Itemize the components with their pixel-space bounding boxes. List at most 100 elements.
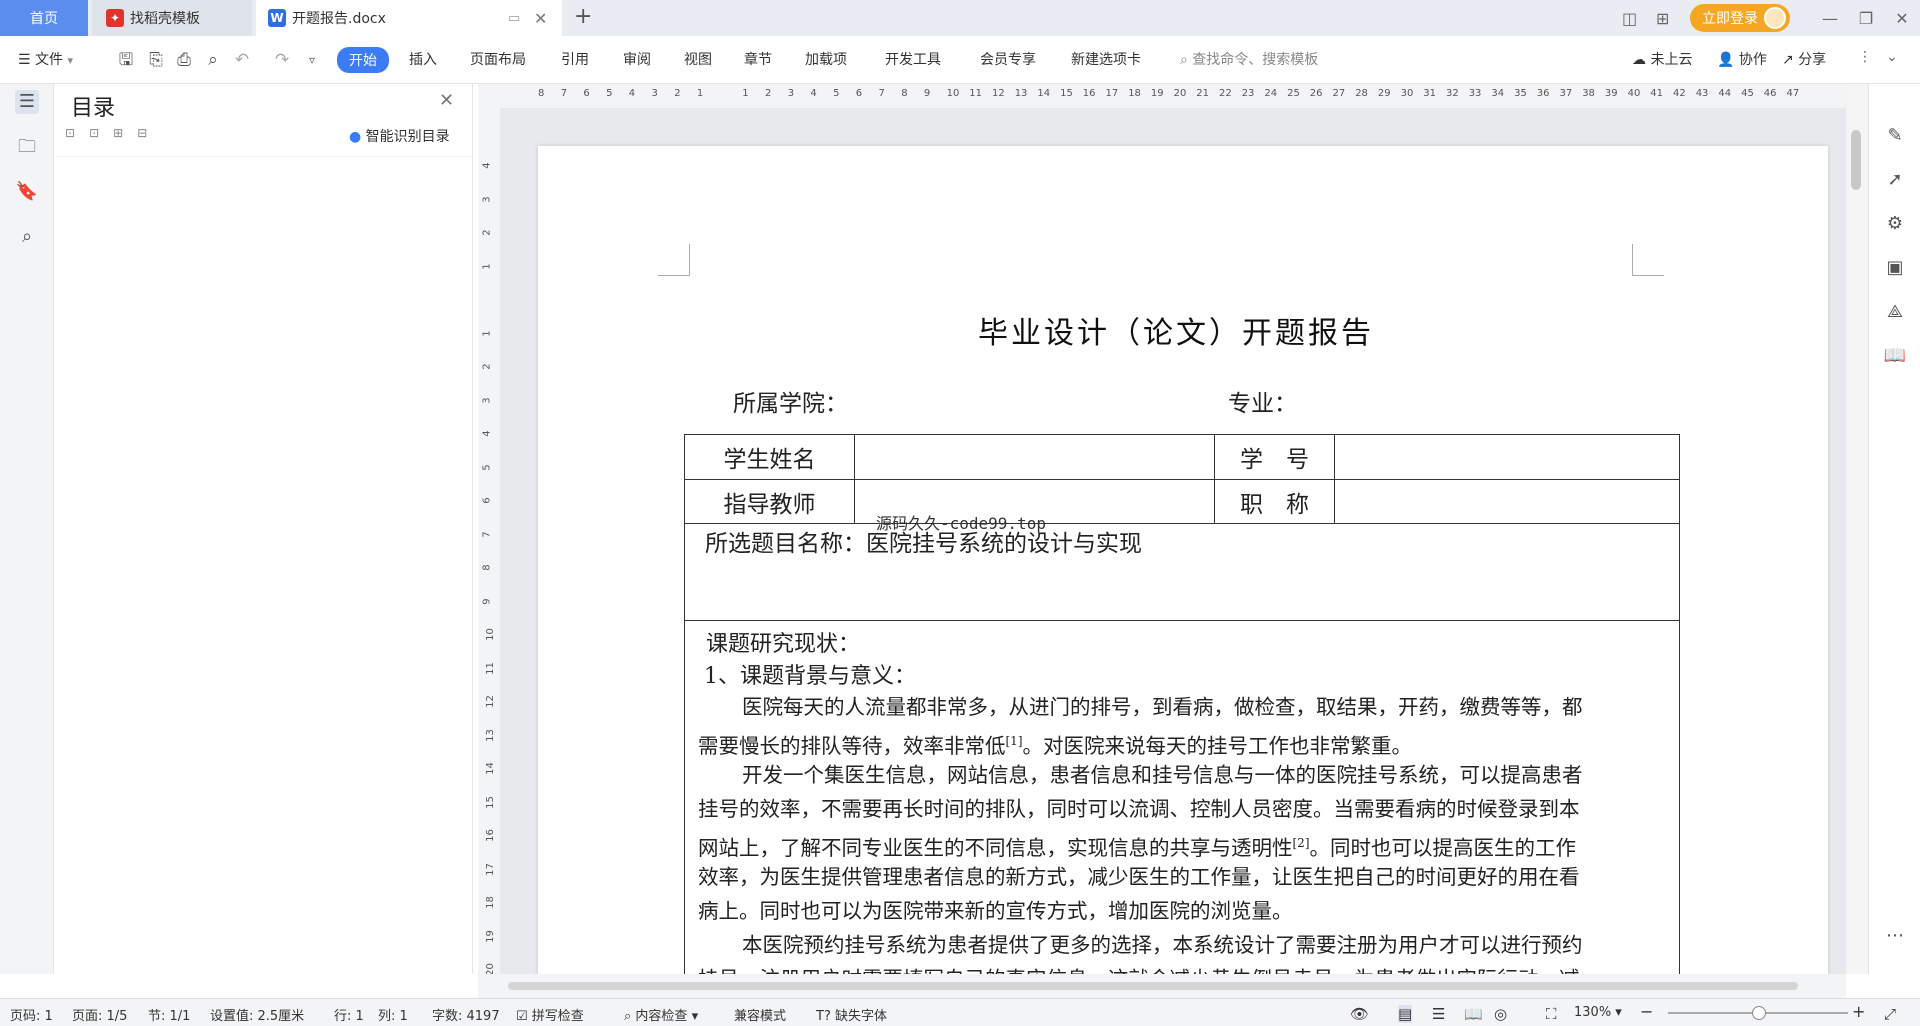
ruler-tick: 36	[1536, 88, 1550, 99]
settings-sliders-icon[interactable]: ⚙	[1883, 212, 1907, 236]
topic-cell[interactable]: 所选题目名称：医院挂号系统的设计与实现	[684, 523, 1680, 621]
horizontal-scrollbar[interactable]	[478, 974, 1846, 998]
hscroll-thumb[interactable]	[508, 982, 1798, 990]
apps-grid-icon[interactable]: ⊞	[1656, 9, 1690, 28]
remove-level-icon[interactable]: ⊟	[137, 126, 147, 140]
share-button[interactable]: ↗ 分享	[1782, 49, 1826, 69]
ruler-tick: 3	[787, 88, 795, 99]
pen-icon[interactable]: ✎	[1883, 124, 1907, 148]
menu-chapter[interactable]: 章节	[744, 49, 772, 69]
smart-toc-button[interactable]: ● 智能识别目录	[349, 126, 450, 146]
collapse-ribbon-icon[interactable]: ⌄	[1886, 49, 1898, 65]
reader-icon[interactable]: 📖	[1883, 344, 1907, 368]
menu-view[interactable]: 视图	[684, 49, 712, 69]
select-cursor-icon[interactable]: ➚	[1883, 168, 1907, 192]
menu-new-tab[interactable]: 新建选项卡	[1071, 49, 1141, 69]
collab-button[interactable]: 👤 协作	[1717, 49, 1767, 69]
print-icon[interactable]: ⎙	[174, 50, 194, 70]
compat-mode[interactable]: 兼容模式	[734, 1005, 786, 1024]
export-icon[interactable]: ⎘	[146, 50, 166, 70]
status-page-no[interactable]: 页码: 1	[10, 1005, 53, 1024]
toc-icon[interactable]: ☰	[15, 90, 39, 114]
ruler-tick: 4	[810, 88, 817, 99]
missing-font[interactable]: T? 缺失字体	[816, 1005, 887, 1024]
menu-member[interactable]: 会员专享	[980, 49, 1036, 69]
collapse-all-icon[interactable]: ⊡	[89, 126, 99, 140]
new-tab-icon[interactable]: +	[574, 4, 592, 29]
zoom-in-icon[interactable]: +	[1852, 1002, 1865, 1021]
ruler-tick: 29	[1377, 88, 1391, 99]
status-setting[interactable]: 设置值: 2.5厘米	[210, 1005, 304, 1024]
redo-icon[interactable]: ↷	[272, 50, 292, 70]
minimize-icon[interactable]: —	[1812, 9, 1848, 28]
zoom-level[interactable]: 130% ▾	[1574, 1005, 1622, 1020]
undo-icon[interactable]: ↶	[232, 50, 252, 70]
page-view-icon[interactable]: ▤	[1398, 1005, 1413, 1023]
ruler-tick: 8	[538, 88, 545, 99]
scroll-thumb[interactable]	[1851, 130, 1861, 190]
rank-cell[interactable]	[1334, 479, 1680, 524]
ruler-tick: 27	[1332, 88, 1346, 99]
menu-start[interactable]: 开始	[337, 47, 389, 73]
web-view-icon[interactable]: ◎	[1494, 1005, 1507, 1023]
tab-templates[interactable]: ✦ 找稻壳模板	[92, 0, 252, 36]
document-canvas[interactable]: 毕业设计（论文）开题报告 所属学院： 专业： 学生姓名 学 号 指导教师 职 称…	[500, 108, 1846, 974]
window-float-icon[interactable]: ▭	[508, 11, 520, 26]
status-words[interactable]: 字数: 4197	[432, 1005, 500, 1024]
customize-icon[interactable]: ▿	[302, 50, 322, 70]
save-icon[interactable]: 🖫	[116, 50, 136, 70]
file-menu-label: 文件	[35, 52, 64, 68]
restore-icon[interactable]: ❐	[1848, 9, 1884, 28]
status-heading: 课题研究现状：	[706, 632, 861, 657]
status-pages[interactable]: 页面: 1/5	[72, 1005, 127, 1024]
layout-toggle-icon[interactable]: ◫	[1622, 9, 1656, 28]
vertical-ruler[interactable]: 4 3 2 1 1 2 3 4 5 6 7 8 9 10 11 12 13 14 15 16 17 18 19 20	[478, 108, 500, 976]
student-id-cell[interactable]	[1334, 434, 1680, 480]
bookmark-icon[interactable]: 🔖	[15, 180, 39, 204]
folder-icon[interactable]: 🗀	[15, 135, 39, 159]
close-panel-icon[interactable]: ✕	[439, 90, 454, 111]
close-tab-icon[interactable]: ✕	[534, 9, 547, 28]
ruler-tick: 6	[583, 88, 590, 99]
file-menu[interactable]: ☰ 文件 ▾	[18, 49, 73, 69]
find-icon[interactable]: ⌕	[15, 225, 39, 249]
zoom-out-icon[interactable]: −	[1640, 1002, 1653, 1021]
vertical-scrollbar[interactable]	[1846, 84, 1868, 974]
print-preview-icon[interactable]: ⌕	[203, 50, 223, 70]
tab-document[interactable]: W 开题报告.docx ▭ ✕	[256, 0, 562, 36]
menu-page-layout[interactable]: 页面布局	[470, 49, 526, 69]
close-window-icon[interactable]: ✕	[1884, 9, 1920, 28]
cloud-status[interactable]: ☁ 未上云	[1632, 49, 1692, 69]
spell-check[interactable]: ☑ 拼写检查	[516, 1005, 584, 1024]
image-tool-icon[interactable]: ▣	[1883, 256, 1907, 280]
menu-review[interactable]: 审阅	[623, 49, 651, 69]
student-name-cell[interactable]	[854, 434, 1215, 480]
menu-addins[interactable]: 加载项	[805, 49, 847, 69]
more-icon[interactable]: ⋮	[1858, 49, 1872, 65]
more-tools-icon[interactable]: ⋯	[1883, 924, 1907, 948]
missing-font-label: 缺失字体	[834, 1009, 887, 1024]
horizontal-ruler[interactable]: 8 7 6 5 4 3 2 1 1 2 3 4 5 6 7 8 9 10 11 12 13 14 15 16 17 18 19 20 2…	[478, 84, 1846, 108]
content-check[interactable]: ⌕ 内容检查 ▾	[624, 1005, 698, 1024]
menu-references[interactable]: 引用	[561, 49, 589, 69]
add-level-icon[interactable]: ⊞	[113, 126, 123, 140]
menu-developer[interactable]: 开发工具	[885, 49, 941, 69]
tab-home[interactable]: 首页	[0, 0, 88, 36]
eye-protect-icon[interactable]: 👁	[1350, 1005, 1369, 1023]
ruler-tick: 17	[484, 862, 496, 876]
document-page[interactable]: 毕业设计（论文）开题报告 所属学院： 专业： 学生姓名 学 号 指导教师 职 称…	[538, 146, 1828, 974]
docer-icon: ✦	[106, 9, 124, 27]
menu-insert[interactable]: 插入	[409, 49, 437, 69]
expand-all-icon[interactable]: ⊡	[65, 126, 75, 140]
ruler-tick: 10	[946, 88, 960, 99]
status-section[interactable]: 节: 1/1	[148, 1005, 190, 1024]
fit-page-icon[interactable]: ⛶	[1546, 1005, 1557, 1023]
login-button[interactable]: 立即登录	[1690, 4, 1790, 32]
content-check-icon: ⌕	[624, 1009, 632, 1024]
zoom-slider-knob[interactable]	[1752, 1006, 1766, 1020]
ai-tool-icon[interactable]: ⟁	[1883, 300, 1907, 324]
command-search[interactable]: ⌕ 查找命令、搜索模板	[1180, 49, 1318, 69]
outline-view-icon[interactable]: ☰	[1432, 1005, 1445, 1023]
read-view-icon[interactable]: 📖	[1464, 1005, 1483, 1023]
fullscreen-icon[interactable]: ⤢	[1884, 1005, 1896, 1023]
